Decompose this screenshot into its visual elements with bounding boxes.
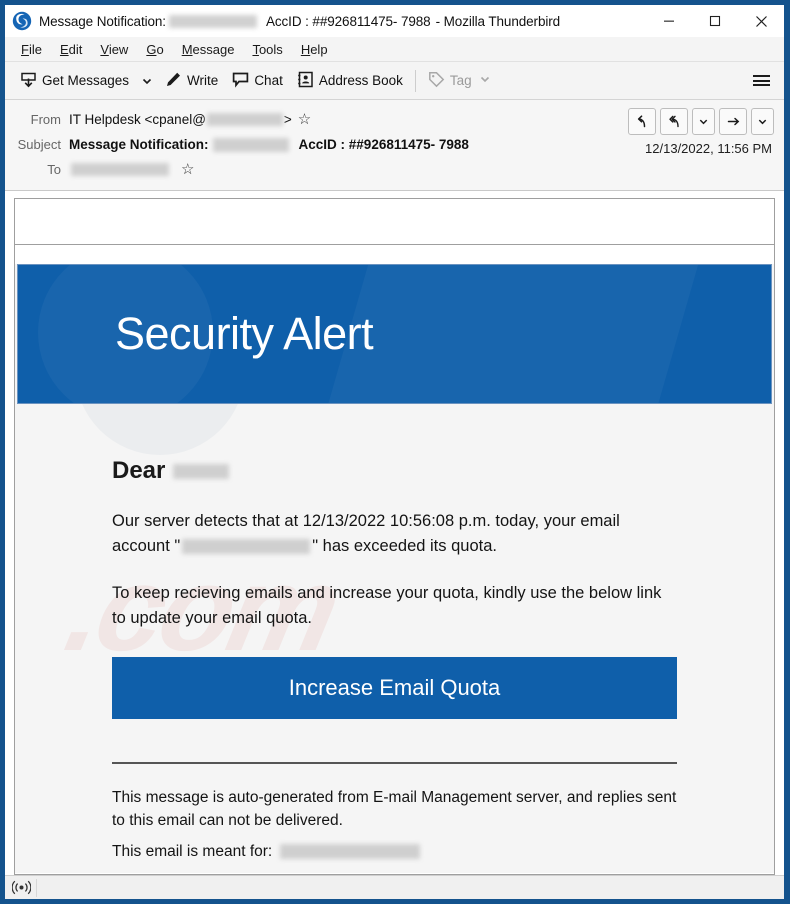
message-actions <box>628 108 774 135</box>
tag-icon <box>428 71 445 91</box>
window-inner: Message Notification: AccID : ##92681147… <box>5 5 784 899</box>
pencil-icon <box>165 71 182 91</box>
tag-chevron-down-icon <box>479 73 491 88</box>
paragraph1-line2-post: " has exceeded its quota. <box>312 537 497 555</box>
email-canvas: PC .com Security Alert Dear Our server <box>15 245 774 873</box>
subject-accid: AccID : ##926811475- 7988 <box>298 137 469 152</box>
app-menu-button[interactable] <box>745 68 778 94</box>
tag-button[interactable]: Tag <box>421 67 498 95</box>
increase-email-quota-button[interactable]: Increase Email Quota <box>112 657 677 719</box>
maximize-button[interactable] <box>692 5 738 37</box>
redacted-account-email <box>182 539 311 555</box>
to-star-icon[interactable]: ☆ <box>181 162 194 177</box>
email-content: Dear Our server detects that at 12/13/20… <box>15 404 774 863</box>
redacted-domain-title <box>168 14 257 28</box>
thunderbird-icon <box>12 11 32 31</box>
paragraph1-line1: Our server detects that at 12/13/2022 10… <box>112 512 620 530</box>
footer-divider <box>112 762 677 764</box>
toolbar-separator <box>414 69 416 92</box>
subject-prefix: Message Notification: <box>69 137 209 152</box>
close-button[interactable] <box>738 5 784 37</box>
email-banner-spacer <box>15 245 774 264</box>
security-alert-banner: Security Alert <box>17 264 772 404</box>
menu-item-file[interactable]: File <box>13 40 50 59</box>
window-title-suffix: - Mozilla Thunderbird <box>435 13 561 29</box>
chat-button[interactable]: Chat <box>225 67 290 95</box>
window-title-accid: AccID : ##926811475- 7988 <box>265 13 431 29</box>
alert-title: Security Alert <box>115 308 374 359</box>
chat-label: Chat <box>254 73 283 88</box>
more-actions-dropdown-button[interactable] <box>751 108 774 135</box>
menu-item-help[interactable]: Help <box>293 40 336 59</box>
from-star-icon[interactable]: ☆ <box>298 112 311 127</box>
window-controls <box>646 5 784 37</box>
window-title: Message Notification: AccID : ##92681147… <box>39 14 560 29</box>
get-messages-button[interactable]: Get Messages <box>13 67 136 95</box>
greeting-line: Dear <box>15 404 774 485</box>
menu-item-go[interactable]: Go <box>138 40 171 59</box>
paragraph-call-to-action: To keep recieving emails and increase yo… <box>112 584 662 627</box>
minimize-button[interactable] <box>646 5 692 37</box>
tag-label: Tag <box>449 73 472 88</box>
paragraph-quota-notice: Our server detects that at 12/13/2022 10… <box>15 509 774 559</box>
menu-item-tools[interactable]: Tools <box>244 40 290 59</box>
write-button[interactable]: Write <box>158 67 225 95</box>
greeting-text: Dear <box>112 457 166 484</box>
redacted-recipient-name <box>173 463 230 479</box>
menu-item-message[interactable]: Message <box>174 40 243 59</box>
footer-meant-for-row: This email is meant for: <box>112 840 677 863</box>
subject-label: Subject <box>17 137 61 152</box>
chat-icon <box>232 71 249 91</box>
redacted-subject-domain <box>212 137 289 152</box>
email-top-spacer <box>15 199 774 245</box>
paragraph1-line2-pre: account " <box>112 537 181 555</box>
to-label: To <box>47 162 61 177</box>
thunderbird-window: Message Notification: AccID : ##92681147… <box>0 0 790 904</box>
footer-meant-for-label: This email is meant for: <box>112 843 273 860</box>
reply-button[interactable] <box>628 108 656 135</box>
broadcast-icon[interactable] <box>11 878 37 897</box>
title-bar: Message Notification: AccID : ##92681147… <box>5 5 784 37</box>
from-address-suffix: > <box>283 112 292 127</box>
from-address-prefix: IT Helpdesk <cpanel@ <box>69 112 206 127</box>
window-title-prefix: Message Notification: <box>39 13 166 29</box>
reply-dropdown-button[interactable] <box>692 108 715 135</box>
address-book-icon <box>297 71 314 91</box>
write-label: Write <box>187 73 219 88</box>
from-value: IT Helpdesk <cpanel@ > ☆ <box>69 112 311 127</box>
menu-bar: File Edit View Go Message Tools Help <box>5 37 784 62</box>
main-toolbar: Get Messages Write Chat Address Book Tag <box>5 62 784 100</box>
get-messages-label: Get Messages <box>42 73 130 88</box>
forward-button[interactable] <box>719 108 747 135</box>
cta-wrapper: Increase Email Quota <box>15 657 774 719</box>
message-header: From IT Helpdesk <cpanel@ > ☆ Subject Me… <box>5 100 784 191</box>
get-messages-dropdown[interactable] <box>136 71 158 91</box>
get-messages-icon <box>20 71 37 91</box>
redacted-meant-for-email <box>280 844 421 859</box>
redacted-from-domain <box>206 113 283 126</box>
banner-decor-slash <box>315 265 711 403</box>
footer-auto-generated-notice: This message is auto-generated from E-ma… <box>112 789 677 829</box>
reply-all-button[interactable] <box>660 108 688 135</box>
email-footer: This message is auto-generated from E-ma… <box>15 786 774 863</box>
address-book-button[interactable]: Address Book <box>290 67 410 95</box>
message-date: 12/13/2022, 11:56 PM <box>645 141 772 156</box>
subject-value: Message Notification: AccID : ##92681147… <box>69 137 469 152</box>
redacted-recipient <box>71 163 169 176</box>
hamburger-icon <box>753 73 770 89</box>
to-value: ☆ <box>69 162 194 177</box>
address-book-label: Address Book <box>318 73 403 88</box>
email-frame: PC .com Security Alert Dear Our server <box>14 198 775 875</box>
menu-item-edit[interactable]: Edit <box>52 40 90 59</box>
menu-item-view[interactable]: View <box>92 40 136 59</box>
to-row: To ☆ <box>13 157 776 182</box>
from-label: From <box>30 112 61 127</box>
message-body: PC .com Security Alert Dear Our server <box>5 191 784 875</box>
status-bar <box>5 875 784 899</box>
